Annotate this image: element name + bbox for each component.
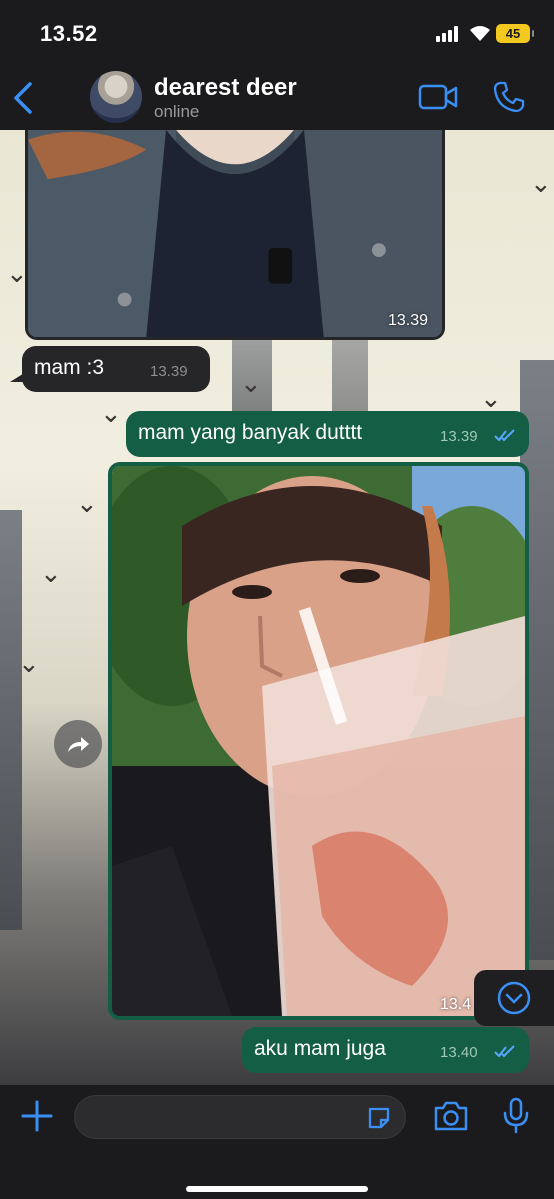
status-bar: 13.52 45 [0, 0, 554, 68]
sticker-button[interactable] [366, 1105, 392, 1131]
wallpaper-bird: ⌄ [100, 398, 122, 428]
forward-button[interactable] [54, 720, 102, 768]
forward-arrow-icon [68, 737, 89, 752]
message-input[interactable] [74, 1095, 406, 1139]
sticker-icon [368, 1107, 390, 1129]
message-time: 13.39 [150, 363, 188, 380]
photo-image [112, 466, 525, 1016]
chat-header: dearest deer online [0, 68, 554, 130]
battery-level: 45 [505, 26, 521, 41]
wallpaper-bird: ⌄ [240, 368, 262, 398]
video-call-button[interactable] [418, 82, 458, 112]
avatar[interactable] [90, 71, 142, 123]
camera-button[interactable] [432, 1099, 470, 1133]
wallpaper-bird: ⌄ [76, 488, 98, 518]
outgoing-photo-message[interactable]: 13.4 [108, 462, 529, 1020]
message-time: 13.40 [440, 1044, 478, 1061]
wifi-icon [470, 26, 490, 41]
chevron-down-circle-icon [497, 981, 531, 1015]
video-camera-icon [418, 84, 458, 110]
message-time: 13.39 [388, 312, 429, 329]
status-time: 13.52 [40, 21, 98, 46]
plus-icon [21, 1100, 53, 1132]
wallpaper-building [0, 510, 22, 930]
phone-icon [493, 81, 525, 113]
message-time: 13.39 [440, 428, 478, 445]
battery-icon: 45 [496, 24, 534, 43]
read-receipt-icon [494, 1045, 515, 1058]
outgoing-text-message[interactable]: mam yang banyak dutttt 13.39 [126, 411, 529, 457]
wallpaper-bird: ⌄ [530, 168, 552, 198]
camera-icon [434, 1101, 468, 1131]
contact-status: online [154, 102, 200, 121]
message-text: mam yang banyak dutttt [138, 421, 363, 444]
wallpaper-bird: ⌄ [18, 648, 40, 678]
message-composer [0, 1085, 554, 1199]
contact-name[interactable]: dearest deer [154, 74, 297, 102]
back-button[interactable] [8, 78, 40, 118]
chevron-left-icon [14, 82, 32, 114]
voice-call-button[interactable] [492, 80, 526, 114]
cellular-signal-icon [436, 26, 460, 42]
message-text: mam :3 [34, 356, 105, 379]
scroll-to-bottom-button[interactable] [474, 970, 554, 1026]
wallpaper-bird: ⌄ [40, 558, 62, 588]
photo-image [28, 110, 442, 337]
read-receipt-icon [494, 429, 515, 442]
message-text: aku mam juga [254, 1037, 386, 1060]
wallpaper-bird: ⌄ [480, 383, 502, 413]
home-indicator [186, 1186, 368, 1192]
microphone-icon [503, 1097, 529, 1134]
incoming-photo-message[interactable]: 13.39 [25, 110, 445, 340]
outgoing-text-message[interactable]: aku mam juga 13.40 [242, 1027, 529, 1073]
incoming-text-message[interactable]: mam :3 13.39 [22, 346, 210, 392]
message-time: 13.4 [440, 996, 472, 1013]
voice-message-button[interactable] [502, 1097, 530, 1135]
attach-button[interactable] [20, 1099, 54, 1133]
wallpaper-building [332, 330, 368, 420]
